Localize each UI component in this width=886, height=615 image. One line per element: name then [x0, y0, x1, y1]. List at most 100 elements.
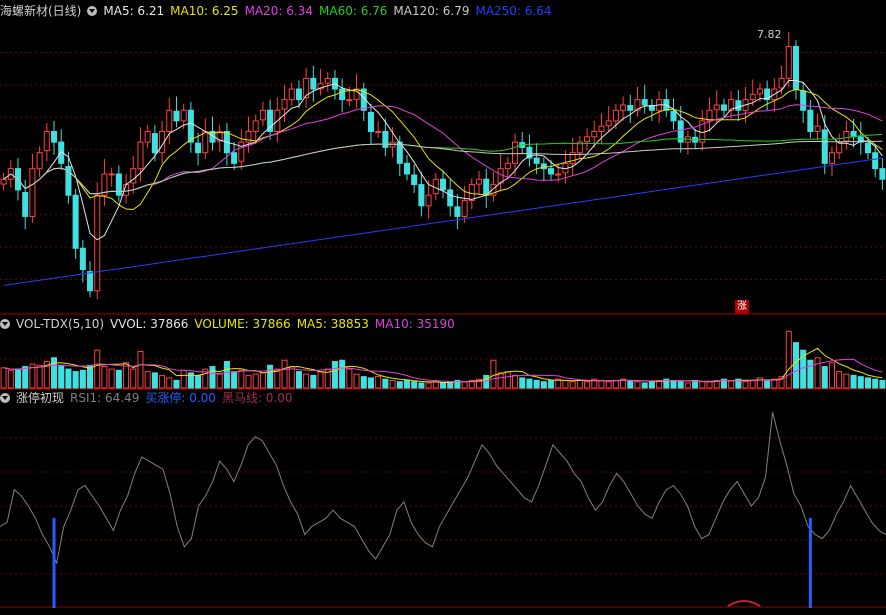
candle-down [22, 192, 29, 217]
candle-down [87, 271, 94, 292]
candle-up [108, 173, 115, 176]
volume-bar [22, 366, 29, 389]
volume-bar [180, 369, 187, 389]
candle-down [872, 152, 879, 170]
volume-bar [533, 379, 540, 389]
volume-bar [850, 374, 857, 389]
candle-up [598, 125, 605, 132]
volume-bar [367, 377, 374, 389]
volume-bar [281, 359, 288, 389]
black-horse-line [727, 600, 761, 607]
volume-bar [195, 374, 202, 389]
candle-up [137, 141, 144, 170]
candle-down [454, 206, 461, 217]
buy-limit-up-bar [52, 518, 56, 608]
volume-bar [353, 373, 360, 389]
candle-up [778, 77, 785, 89]
volume-bar [490, 359, 497, 389]
candle-up [461, 200, 468, 217]
volume-bar [411, 381, 418, 389]
volume-bar [461, 381, 468, 389]
candle-down [173, 110, 180, 122]
candle-down [439, 178, 447, 191]
candle-down [720, 104, 727, 111]
candle-up [468, 184, 475, 202]
candle-up [828, 152, 835, 164]
candle-down [403, 162, 411, 175]
volume-bar [548, 379, 555, 389]
candle-up [504, 162, 511, 170]
volume-bar [828, 362, 835, 389]
volume-bar [512, 374, 519, 389]
candle-down [195, 142, 202, 154]
volume-bar [159, 374, 166, 389]
volume-bar [331, 361, 338, 389]
candle-up [612, 109, 619, 122]
volume-bar [540, 381, 547, 389]
volume-bar [317, 371, 324, 389]
ma5-line [3, 80, 883, 241]
volume-bar [821, 366, 828, 389]
candle-down [548, 168, 555, 175]
candle-up [238, 141, 245, 162]
volume-bar [483, 374, 490, 389]
volume-bar [173, 379, 180, 389]
candle-up [144, 130, 151, 143]
candle-down [447, 189, 454, 207]
candle-down [418, 184, 425, 207]
candle-down [115, 173, 122, 196]
chart-canvas[interactable]: 7.82 [0, 0, 886, 615]
candle-up [43, 130, 50, 152]
volume-bar [439, 382, 447, 389]
volume-bar [209, 366, 216, 389]
candle-up [555, 173, 562, 176]
volume-bar [879, 379, 886, 389]
candle-up [252, 120, 259, 132]
candle-up [432, 178, 439, 195]
volume-bar [51, 357, 58, 389]
candle-up [202, 130, 209, 154]
volume-bar [389, 379, 396, 389]
candle-down [295, 88, 302, 101]
volume-bar [267, 364, 274, 389]
volume-bar [836, 371, 843, 389]
candle-up [836, 141, 843, 154]
volume-bar [252, 373, 259, 389]
volume-bar [807, 359, 814, 389]
volume-bar [403, 379, 411, 389]
volume-bar [605, 381, 612, 389]
candle-up [785, 46, 792, 79]
volume-bar [36, 364, 43, 389]
volume-bar [72, 371, 79, 389]
candle-down [187, 109, 194, 143]
volume-bar [130, 368, 137, 389]
volume-bar [857, 376, 864, 389]
candle-down [533, 157, 540, 164]
volume-bar [749, 379, 756, 389]
volume-bar [584, 381, 591, 389]
volume-bar [231, 371, 238, 389]
volume-bar [706, 381, 713, 389]
candle-down [641, 99, 648, 106]
volume-bar [864, 377, 872, 389]
volume-bar [295, 371, 302, 389]
volume-bar [238, 369, 245, 389]
volume-bar [627, 379, 634, 389]
candle-up [475, 178, 483, 185]
candle-down [792, 46, 799, 90]
volume-bar [375, 376, 382, 389]
candle-up [713, 104, 720, 111]
candle-down [382, 130, 389, 148]
volume-bar [425, 382, 432, 389]
volume-bar [310, 374, 317, 389]
volume-bar [101, 366, 108, 389]
candle-down [151, 133, 158, 154]
volume-bar [0, 367, 7, 389]
volume-bar [670, 379, 677, 389]
candle-up [843, 130, 850, 142]
volume-bar [7, 369, 14, 389]
volume-bar [382, 378, 389, 389]
volume-bar [764, 379, 771, 389]
volume-bar [151, 372, 158, 389]
volume-bar [396, 381, 403, 389]
